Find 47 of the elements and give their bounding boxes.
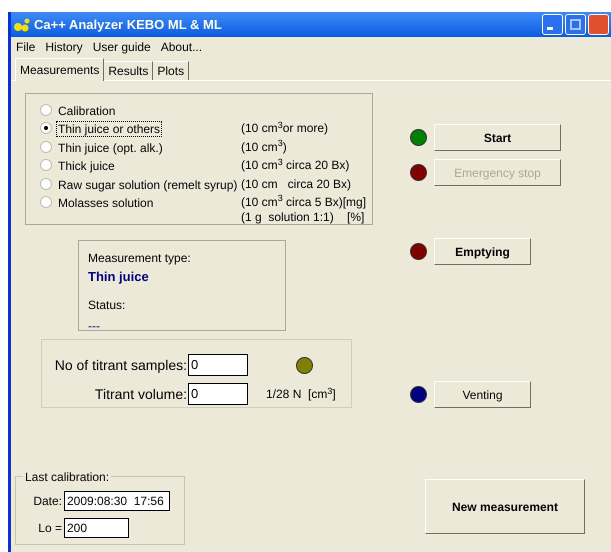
radio-label[interactable]: Molasses solution (57, 196, 154, 210)
field-label: Date: (32, 493, 63, 510)
unit-label: 1/28 N [cm$^{3}$] (266, 385, 336, 403)
action-button[interactable]: Start (434, 124, 561, 151)
menu-item[interactable]: History (45, 38, 83, 56)
input-field[interactable]: 200 (64, 518, 129, 538)
radio-label[interactable]: Thick juice (57, 159, 116, 174)
radio-label[interactable]: Thin juice (opt. alk.) (57, 140, 164, 155)
new-measurement-button[interactable]: New measurement (425, 479, 585, 534)
field-label: Lo = (37, 520, 63, 537)
field-label: Measurement type: (88, 250, 192, 267)
menu-item[interactable]: User guide (92, 38, 151, 56)
status-value: --- (88, 318, 101, 334)
radio-label[interactable]: Thin juice or others (57, 122, 162, 136)
input-field[interactable]: 0 (188, 383, 248, 405)
tab[interactable]: Results (104, 61, 154, 80)
radio-label[interactable]: Raw sugar solution (remelt syrup) (57, 178, 238, 192)
note-text: (10 cm$^{3}$or more) (241, 121, 328, 136)
note-text: (1 g solution 1:1) [%] (241, 210, 366, 225)
input-field[interactable]: 2009:08:30 17:56 (64, 491, 170, 511)
close-button[interactable] (588, 14, 609, 35)
radio-button[interactable] (40, 178, 52, 190)
menu-item[interactable]: File (16, 38, 36, 56)
input-field[interactable]: 0 (188, 354, 248, 376)
menu-item[interactable]: About... (160, 38, 202, 56)
radio-button[interactable] (40, 104, 52, 116)
note-text: (10 cm$^{3}$) (241, 140, 287, 155)
field-label: Titrant volume: (94, 384, 188, 404)
tab[interactable]: Plots (153, 61, 190, 80)
note-text: (10 cm circa 20 Bx) (241, 176, 352, 192)
action-button[interactable]: Venting (434, 381, 531, 408)
note-text: (10 cm$^{3}$ circa 5 Bx)[mg] (241, 194, 366, 210)
field-label: No of titrant samples: (54, 356, 188, 375)
tab[interactable]: Measurements (15, 58, 104, 81)
minimize-button[interactable] (542, 14, 563, 35)
action-button[interactable]: Emptying (434, 238, 531, 265)
radio-label[interactable]: Calibration (57, 104, 116, 118)
note-text: (10 cm$^{3}$ circa 20 Bx) (241, 158, 350, 174)
radio-button[interactable] (40, 122, 52, 134)
measurement-type-value: Thin juice (88, 268, 150, 286)
radio-button[interactable] (40, 196, 52, 208)
app-icon (13, 16, 31, 32)
radio-button[interactable] (40, 159, 52, 172)
field-label: Status: (88, 296, 126, 314)
window-title: Ca++ Analyzer KEBO ML & ML (34, 16, 222, 34)
radio-button[interactable] (40, 140, 52, 153)
maximize-button[interactable] (565, 14, 586, 35)
